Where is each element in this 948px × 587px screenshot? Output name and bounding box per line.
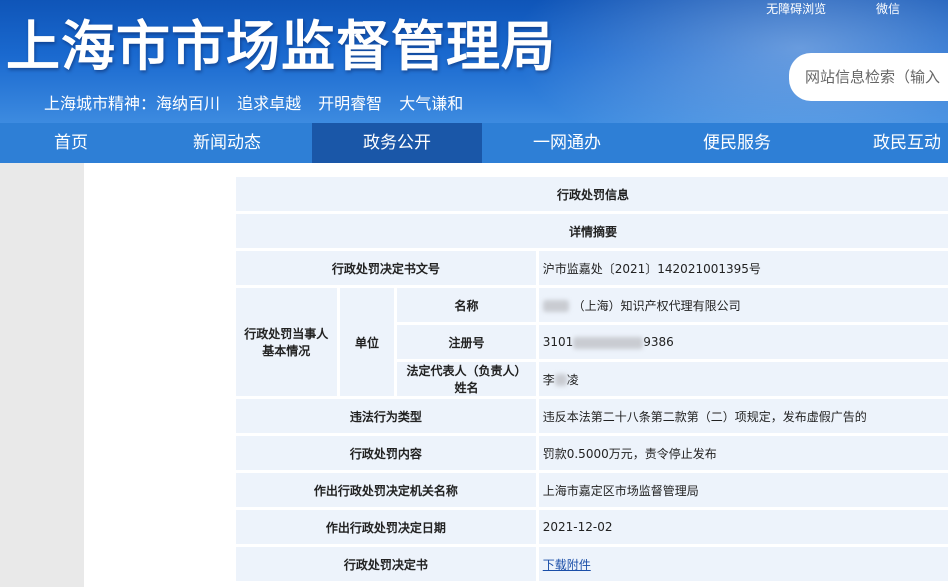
violation-label: 违法行为类型 [233, 396, 539, 436]
date-label: 作出行政处罚决定日期 [233, 507, 539, 547]
sub-title: 详情摘要 [233, 211, 948, 251]
nav-news[interactable]: 新闻动态 [142, 123, 312, 163]
decision-value: 下载附件 [535, 544, 948, 584]
doc-no-value: 沪市监嘉处〔2021〕142021001395号 [535, 248, 948, 288]
penalty-info-table: 行政处罚信息 详情摘要 行政处罚决定书文号 沪市监嘉处〔2021〕1420210… [233, 174, 948, 584]
authority-value: 上海市嘉定区市场监督管理局 [535, 470, 948, 510]
wechat-link[interactable]: 微信 [876, 2, 900, 16]
accessibility-link[interactable]: 无障碍浏览 [766, 2, 826, 16]
unit-label: 单位 [336, 285, 398, 399]
date-value: 2021-12-02 [535, 507, 948, 547]
name-label: 名称 [394, 285, 539, 325]
main-nav: 首页 新闻动态 政务公开 一网通办 便民服务 政民互动 [0, 123, 948, 163]
name-value: （上海）知识产权代理有限公司 [535, 285, 948, 325]
penalty-label: 行政处罚内容 [233, 433, 539, 473]
name-value-text: （上海）知识产权代理有限公司 [572, 298, 741, 313]
reg-prefix: 3101 [542, 335, 574, 349]
section-title: 行政处罚信息 [233, 174, 948, 214]
rep-suffix: 凌 [566, 372, 579, 387]
reg-value: 3101 9386 [535, 322, 948, 362]
authority-label: 作出行政处罚决定机关名称 [233, 470, 539, 510]
redacted-mask [542, 300, 569, 312]
nav-public-services[interactable]: 便民服务 [652, 123, 822, 163]
rep-prefix: 李 [542, 372, 555, 387]
doc-no-label: 行政处罚决定书文号 [233, 248, 539, 288]
nav-interaction[interactable]: 政民互动 [822, 123, 948, 163]
rep-value: 李凌 [535, 359, 948, 399]
reg-label: 注册号 [394, 322, 539, 362]
violation-value: 违反本法第二十八条第二款第（二）项规定，发布虚假广告的 [535, 396, 948, 436]
redacted-mask [554, 374, 567, 386]
download-attachment-link[interactable]: 下载附件 [543, 558, 591, 572]
nav-online-services[interactable]: 一网通办 [482, 123, 652, 163]
top-links: 无障碍浏览 微信 [720, 0, 900, 17]
nav-government-affairs[interactable]: 政务公开 [312, 123, 482, 163]
redacted-mask [573, 336, 644, 349]
site-header: 上海市市场监督管理局 上海城市精神：海纳百川 追求卓越 开明睿智 大气谦和 无障… [0, 0, 948, 123]
reg-suffix: 9386 [643, 335, 674, 349]
rep-label: 法定代表人（负责人）姓名 [394, 359, 539, 399]
site-title[interactable]: 上海市市场监督管理局 [6, 14, 556, 80]
penalty-value: 罚款0.5000万元，责令停止发布 [535, 433, 948, 473]
decision-label: 行政处罚决定书 [233, 544, 539, 584]
city-slogan: 上海城市精神：海纳百川 追求卓越 开明睿智 大气谦和 [44, 94, 464, 113]
party-label: 行政处罚当事人基本情况 [233, 285, 340, 399]
search-input[interactable]: 网站信息检索（输入 [789, 53, 948, 101]
nav-home[interactable]: 首页 [0, 123, 142, 163]
